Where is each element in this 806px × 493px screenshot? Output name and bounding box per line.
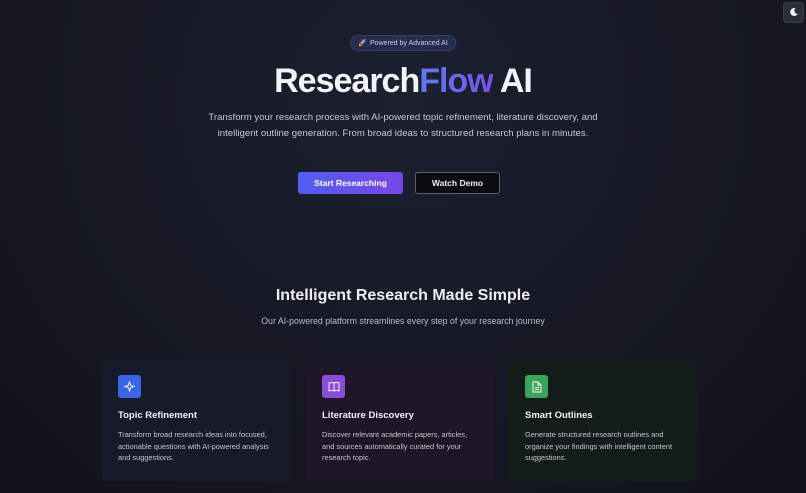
book-icon — [322, 375, 345, 398]
start-researching-button[interactable]: Start Researching — [298, 172, 403, 194]
hero-title-accent: Flow — [419, 62, 493, 100]
moon-icon — [789, 4, 799, 22]
rocket-icon: 🚀 — [358, 40, 367, 47]
powered-by-badge: 🚀 Powered by Advanced AI — [350, 35, 456, 51]
features-subtitle: Our AI-powered platform streamlines ever… — [261, 316, 545, 326]
features-title: Intelligent Research Made Simple — [275, 287, 531, 304]
card-title: Literature Discovery — [322, 410, 414, 421]
feature-card-smart-outlines: Smart Outlines Generate structured resea… — [509, 360, 697, 481]
landing-page: 🚀 Powered by Advanced AI ResearchFlow AI… — [0, 0, 806, 493]
feature-card-literature-discovery: Literature Discovery Discover relevant a… — [306, 360, 494, 481]
feature-card-topic-refinement: Topic Refinement Transform broad researc… — [102, 360, 290, 481]
hero-subtitle: Transform your research process with AI-… — [208, 112, 598, 139]
card-description: Discover relevant academic papers, artic… — [322, 430, 467, 462]
theme-toggle-button[interactable] — [783, 2, 804, 23]
hero-title-part2: AI — [492, 62, 533, 100]
hero-title: ResearchFlow AI — [0, 62, 806, 101]
watch-demo-button[interactable]: Watch Demo — [415, 172, 500, 194]
card-title: Smart Outlines — [525, 410, 593, 421]
document-icon — [525, 375, 548, 398]
card-description: Generate structured research outlines an… — [525, 430, 673, 462]
card-description: Transform broad research ideas into focu… — [118, 430, 269, 462]
card-title: Topic Refinement — [118, 410, 197, 421]
badge-label: Powered by Advanced AI — [369, 39, 448, 47]
sparkle-icon — [118, 375, 141, 398]
hero-title-part1: Research — [274, 62, 420, 100]
